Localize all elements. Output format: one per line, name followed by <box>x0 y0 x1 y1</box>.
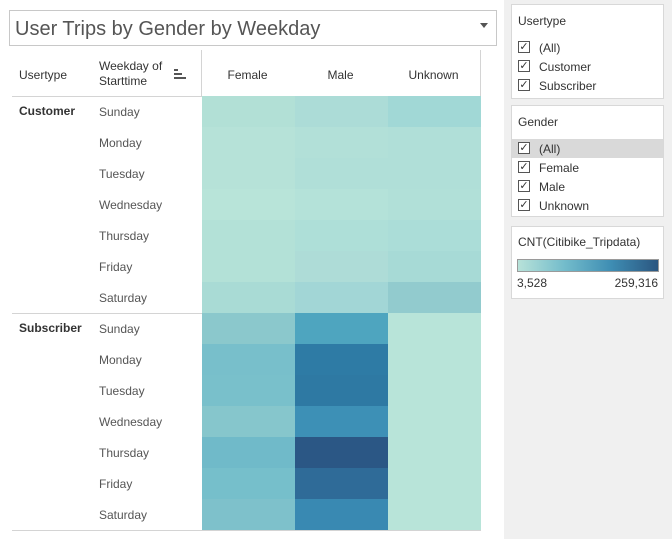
heatmap-cell[interactable] <box>202 437 295 468</box>
gender-option-all[interactable]: ✓ (All) <box>512 139 663 158</box>
row-label-tuesday: Tuesday <box>99 384 145 398</box>
heatmap-cell[interactable] <box>388 468 481 499</box>
heatmap-cell[interactable] <box>295 406 388 437</box>
heatmap-cell[interactable] <box>202 375 295 406</box>
sort-icon[interactable] <box>174 68 186 80</box>
heatmap-cell[interactable] <box>388 251 481 282</box>
heatmap-cell[interactable] <box>202 158 295 189</box>
group-label-subscriber: Subscriber <box>19 321 82 335</box>
heatmap-cell[interactable] <box>388 313 481 344</box>
row-label-sunday: Sunday <box>99 105 140 119</box>
row-label-monday: Monday <box>99 353 142 367</box>
table-divider <box>201 50 202 96</box>
heatmap-cell[interactable] <box>202 468 295 499</box>
heatmap-cell[interactable] <box>202 96 295 127</box>
heatmap-cell[interactable] <box>295 158 388 189</box>
heatmap-cell[interactable] <box>295 375 388 406</box>
heatmap-cell[interactable] <box>388 406 481 437</box>
sheet-title: User Trips by Gender by Weekday <box>15 18 321 40</box>
heatmap-cell[interactable] <box>202 251 295 282</box>
heatmap-cell[interactable] <box>202 406 295 437</box>
heatmap-cell[interactable] <box>295 127 388 158</box>
heatmap-cell[interactable] <box>388 344 481 375</box>
heatmap-cell[interactable] <box>295 313 388 344</box>
gender-filter-panel: Gender ✓ (All) ✓ Female ✓ Male ✓ Unknown <box>511 105 664 217</box>
heatmap-cell[interactable] <box>202 127 295 158</box>
row-label-wednesday: Wednesday <box>99 415 163 429</box>
row-label-thursday: Thursday <box>99 446 150 460</box>
column-header-male: Male <box>327 68 354 82</box>
column-header-usertype[interactable]: Usertype <box>19 68 67 82</box>
heatmap-cell[interactable] <box>295 437 388 468</box>
gender-option-female[interactable]: ✓ Female <box>512 158 663 177</box>
heatmap-cell[interactable] <box>295 251 388 282</box>
column-header-female: Female <box>227 68 268 82</box>
heatmap-cell[interactable] <box>388 282 481 313</box>
checkbox-checked-icon[interactable]: ✓ <box>518 142 530 154</box>
checkbox-checked-icon[interactable]: ✓ <box>518 180 530 192</box>
group-label-customer: Customer <box>19 104 76 118</box>
heatmap-cell[interactable] <box>388 127 481 158</box>
heatmap-cell[interactable] <box>388 499 481 530</box>
heatmap-cell[interactable] <box>295 282 388 313</box>
color-legend-panel: CNT(Citibike_Tripdata) 3,528 259,316 <box>511 226 664 299</box>
row-label-friday: Friday <box>99 477 133 491</box>
row-label-sunday: Sunday <box>99 322 140 336</box>
heatmap-cell[interactable] <box>388 437 481 468</box>
gender-option-male[interactable]: ✓ Male <box>512 177 663 196</box>
row-label-friday: Friday <box>99 260 133 274</box>
heatmap-cell[interactable] <box>295 344 388 375</box>
legend-title: CNT(Citibike_Tripdata) <box>518 235 641 249</box>
heatmap-cell[interactable] <box>295 220 388 251</box>
heatmap-cell[interactable] <box>202 499 295 530</box>
checkbox-checked-icon[interactable]: ✓ <box>518 60 530 72</box>
heatmap-cell[interactable] <box>202 220 295 251</box>
row-label-saturday: Saturday <box>99 508 148 522</box>
heatmap-cell[interactable] <box>202 282 295 313</box>
heatmap-cell[interactable] <box>202 344 295 375</box>
heatmap-cell[interactable] <box>295 189 388 220</box>
row-label-thursday: Thursday <box>99 229 150 243</box>
row-label-tuesday: Tuesday <box>99 167 145 181</box>
usertype-option-customer[interactable]: ✓ Customer <box>512 57 663 76</box>
usertype-filter-title: Usertype <box>518 14 567 28</box>
gender-option-unknown[interactable]: ✓ Unknown <box>512 196 663 215</box>
heatmap-cell[interactable] <box>388 158 481 189</box>
column-header-unknown: Unknown <box>408 68 459 82</box>
heatmap-cell[interactable] <box>295 468 388 499</box>
row-label-saturday: Saturday <box>99 291 148 305</box>
column-header-weekday[interactable]: Weekday of Starttime <box>99 59 162 89</box>
legend-max-label: 259,316 <box>614 276 658 290</box>
checkbox-checked-icon[interactable]: ✓ <box>518 79 530 91</box>
usertype-option-subscriber[interactable]: ✓ Subscriber <box>512 76 663 95</box>
usertype-filter-panel: Usertype ✓ (All) ✓ Customer ✓ Subscriber <box>511 4 664 99</box>
heatmap-cell[interactable] <box>388 220 481 251</box>
heatmap-cell[interactable] <box>202 189 295 220</box>
usertype-option-all[interactable]: ✓ (All) <box>512 38 663 57</box>
table-header: Usertype Weekday of Starttime Female Mal… <box>12 50 480 96</box>
heatmap-cell[interactable] <box>388 189 481 220</box>
heatmap-cell[interactable] <box>202 313 295 344</box>
checkbox-checked-icon[interactable]: ✓ <box>518 41 530 53</box>
checkbox-checked-icon[interactable]: ✓ <box>518 161 530 173</box>
gender-filter-title: Gender <box>518 115 559 129</box>
row-label-wednesday: Wednesday <box>99 198 163 212</box>
checkbox-checked-icon[interactable]: ✓ <box>518 199 530 211</box>
chevron-down-icon[interactable] <box>480 23 488 28</box>
legend-gradient-bar <box>517 259 659 272</box>
heatmap-cell[interactable] <box>295 96 388 127</box>
heatmap-cell[interactable] <box>295 499 388 530</box>
heatmap-cell[interactable] <box>388 375 481 406</box>
legend-min-label: 3,528 <box>517 276 548 290</box>
heatmap-cell[interactable] <box>388 96 481 127</box>
row-label-monday: Monday <box>99 136 142 150</box>
sheet-title-dropdown[interactable]: User Trips by Gender by Weekday <box>9 10 497 46</box>
table-divider <box>12 530 481 531</box>
